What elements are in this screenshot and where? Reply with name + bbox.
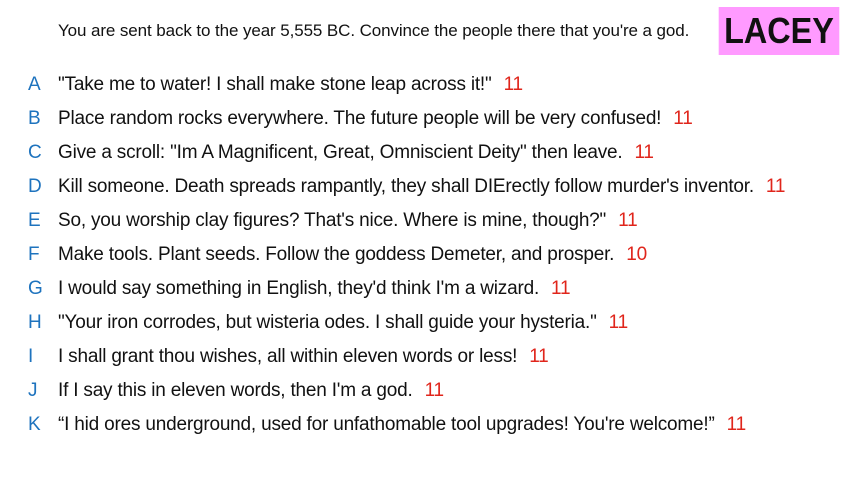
answer-text: Give a scroll: "Im A Magnificent, Great,… — [58, 142, 654, 164]
answer-text: "Take me to water! I shall make stone le… — [58, 74, 523, 96]
word-count: 11 — [551, 278, 571, 299]
answer-text: I shall grant thou wishes, all within el… — [58, 346, 549, 368]
word-count: 11 — [634, 142, 654, 163]
answer-text: Place random rocks everywhere. The futur… — [58, 108, 693, 130]
word-count: 11 — [424, 380, 445, 401]
answer-text: So, you worship clay figures? That's nic… — [58, 210, 638, 232]
answer-letter: C — [28, 142, 42, 163]
answer-body: "Your iron corrodes, but wisteria odes. … — [58, 312, 597, 333]
word-count: 11 — [765, 176, 786, 197]
answer-letter: I — [28, 346, 34, 367]
word-count: 11 — [618, 210, 638, 231]
answer-letter: B — [28, 108, 41, 129]
answer-body: Place random rocks everywhere. The futur… — [58, 108, 662, 129]
prompt-text: You are sent back to the year 5,555 BC. … — [58, 21, 690, 40]
answer-letter: J — [28, 380, 38, 401]
word-count: 11 — [673, 108, 693, 129]
answer-body: So, you worship clay figures? That's nic… — [58, 210, 607, 231]
answer-text: Kill someone. Death spreads rampantly, t… — [58, 176, 785, 198]
answer-letter: E — [28, 210, 41, 231]
answer-letter: F — [28, 244, 40, 265]
word-count: 11 — [608, 312, 629, 333]
name-badge: LACEY — [718, 7, 840, 55]
answer-body: Kill someone. Death spreads rampantly, t… — [58, 176, 754, 197]
answer-body: "Take me to water! I shall make stone le… — [58, 74, 492, 95]
word-count: 10 — [626, 244, 647, 265]
word-count: 11 — [726, 414, 747, 435]
answer-letter: H — [28, 312, 42, 333]
answer-text: "Your iron corrodes, but wisteria odes. … — [58, 312, 628, 334]
answer-body: I shall grant thou wishes, all within el… — [58, 346, 518, 367]
answer-letter: A — [28, 74, 41, 95]
answer-body: Give a scroll: "Im A Magnificent, Great,… — [58, 142, 623, 163]
answer-text: If I say this in eleven words, then I'm … — [58, 380, 444, 402]
answer-body: If I say this in eleven words, then I'm … — [58, 380, 413, 401]
answer-letter: G — [28, 278, 43, 299]
word-count: 11 — [529, 346, 549, 367]
answer-body: Make tools. Plant seeds. Follow the godd… — [58, 244, 615, 265]
word-count: 11 — [503, 74, 524, 95]
answer-text: Make tools. Plant seeds. Follow the godd… — [58, 244, 647, 266]
answer-body: I would say something in English, they'd… — [58, 278, 540, 299]
answer-text: “I hid ores underground, used for unfath… — [58, 414, 746, 436]
answer-body: “I hid ores underground, used for unfath… — [58, 414, 715, 435]
answer-text: I would say something in English, they'd… — [58, 278, 571, 300]
answer-letter: K — [28, 414, 41, 435]
answer-letter: D — [28, 176, 42, 197]
